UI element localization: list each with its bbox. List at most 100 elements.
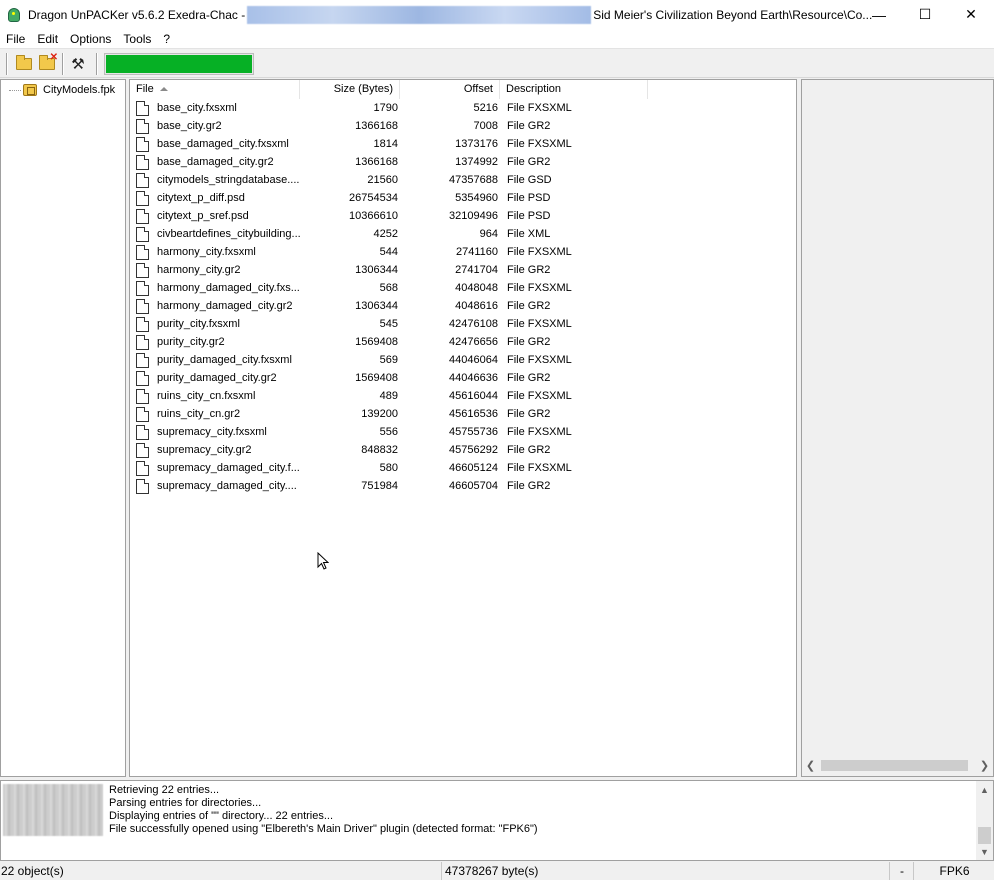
tree-connector	[9, 89, 21, 91]
cell-size: 848832	[361, 444, 398, 456]
cell-size: 1306344	[355, 300, 398, 312]
cell-offset: 5216	[473, 102, 498, 114]
table-row[interactable]: supremacy_city.fxsxml 556 45755736 File FXS…	[130, 423, 796, 441]
file-icon	[136, 118, 149, 134]
file-name: base_city.fxsxml	[157, 102, 237, 114]
table-row[interactable]: citytext_p_diff.psd 26754534 5354960 File P…	[130, 189, 796, 207]
close-file-button[interactable]: ✕	[37, 53, 58, 74]
cell-offset: 45616044	[449, 390, 498, 402]
cell-description: File PSD	[507, 210, 551, 222]
table-row[interactable]: supremacy_damaged_city.f... 580 46605124 Fi…	[130, 459, 796, 477]
scroll-down-icon[interactable]: ▼	[976, 843, 993, 860]
column-header-offset[interactable]: Offset	[400, 80, 500, 99]
preview-pane: ❮ ❯	[801, 79, 994, 777]
file-name: supremacy_damaged_city.f...	[157, 462, 300, 474]
file-name: base_damaged_city.gr2	[157, 156, 274, 168]
table-row[interactable]: harmony_city.gr2 1306344 2741704 File GR2	[130, 261, 796, 279]
table-row[interactable]: base_city.gr2 1366168 7008 File GR2	[130, 117, 796, 135]
table-row[interactable]: harmony_damaged_city.gr2 1306344 4048616 Fi…	[130, 297, 796, 315]
table-row[interactable]: base_damaged_city.gr2 1366168 1374992 File …	[130, 153, 796, 171]
table-row[interactable]: ruins_city_cn.gr2 139200 45616536 File GR2	[130, 405, 796, 423]
file-icon	[136, 262, 149, 278]
file-name: ruins_city_cn.gr2	[157, 408, 241, 420]
log-line: Parsing entries for directories...	[109, 797, 262, 809]
menu-help[interactable]: ?	[157, 29, 176, 49]
directory-tree[interactable]: CityModels.fpk	[0, 79, 126, 777]
column-header-size[interactable]: Size (Bytes)	[300, 80, 400, 99]
table-row[interactable]: purity_city.gr2 1569408 42476656 File GR2	[130, 333, 796, 351]
file-name: base_city.gr2	[157, 120, 222, 132]
file-name: purity_damaged_city.gr2	[157, 372, 277, 384]
minimize-button[interactable]: —	[856, 0, 902, 29]
file-icon	[136, 424, 149, 440]
file-icon	[136, 154, 149, 170]
scroll-thumb[interactable]	[978, 827, 991, 844]
tree-item-root[interactable]: CityModels.fpk	[9, 84, 115, 96]
table-row[interactable]: citytext_p_sref.psd 10366610 32109496 File …	[130, 207, 796, 225]
file-icon	[136, 388, 149, 404]
cell-description: File GR2	[507, 372, 551, 384]
cell-size: 545	[379, 318, 398, 330]
table-row[interactable]: base_city.fxsxml 1790 5216 File FXSXML	[130, 99, 796, 117]
cell-description: File PSD	[507, 192, 551, 204]
table-row[interactable]: purity_city.fxsxml 545 42476108 File FXSXML	[130, 315, 796, 333]
menu-edit[interactable]: Edit	[31, 29, 64, 49]
scroll-up-icon[interactable]: ▲	[976, 781, 993, 798]
cell-offset: 1374992	[455, 156, 498, 168]
menu-options[interactable]: Options	[64, 29, 117, 49]
cell-file: harmony_damaged_city.gr2	[130, 298, 300, 314]
menu-bar: File Edit Options Tools ?	[0, 29, 994, 49]
file-name: ruins_city_cn.fxsxml	[157, 390, 256, 402]
file-name: purity_city.fxsxml	[157, 318, 240, 330]
table-row[interactable]: harmony_city.fxsxml 544 2741160 File FXSXML	[130, 243, 796, 261]
horizontal-scrollbar[interactable]: ❮ ❯	[802, 757, 993, 774]
scroll-track[interactable]	[819, 758, 976, 773]
file-list[interactable]: File Size (Bytes) Offset Description bas…	[129, 79, 797, 777]
table-row[interactable]: harmony_damaged_city.fxs... 568 4048048 Fil…	[130, 279, 796, 297]
cell-description: File GR2	[507, 300, 551, 312]
archive-icon	[23, 84, 37, 96]
scroll-right-icon[interactable]: ❯	[976, 757, 993, 774]
maximize-button[interactable]: ☐	[902, 0, 948, 29]
status-byte-count: 47378267 byte(s)	[444, 862, 890, 880]
file-icon	[136, 172, 149, 188]
file-icon	[136, 298, 149, 314]
open-file-button[interactable]	[14, 54, 34, 74]
table-row[interactable]: purity_damaged_city.fxsxml 569 44046064 Fil…	[130, 351, 796, 369]
vertical-scrollbar[interactable]: ▲ ▼	[976, 781, 993, 860]
cell-description: File GR2	[507, 408, 551, 420]
cell-file: citytext_p_sref.psd	[130, 208, 300, 224]
table-row[interactable]: citymodels_stringdatabase.... 21560 473576…	[130, 171, 796, 189]
table-row[interactable]: supremacy_damaged_city.... 751984 46605704…	[130, 477, 796, 495]
scroll-thumb[interactable]	[821, 760, 968, 771]
cell-file: purity_city.gr2	[130, 334, 300, 350]
cell-description: File FXSXML	[507, 354, 572, 366]
cell-offset: 45755736	[449, 426, 498, 438]
log-lines: Retrieving 22 entries... Parsing entries …	[109, 784, 538, 836]
tools-icon: ⚒	[71, 55, 85, 73]
cell-file: base_city.gr2	[130, 118, 300, 134]
table-row[interactable]: purity_damaged_city.gr2 1569408 44046636 Fi…	[130, 369, 796, 387]
cell-description: File GSD	[507, 174, 552, 186]
close-button[interactable]: ✕	[948, 0, 994, 29]
scroll-left-icon[interactable]: ❮	[802, 757, 819, 774]
column-header-description[interactable]: Description	[500, 80, 648, 99]
table-row[interactable]: supremacy_city.gr2 848832 45756292 File GR2	[130, 441, 796, 459]
table-row[interactable]: civbeartdefines_citybuilding... 4252 964 Fi…	[130, 225, 796, 243]
menu-tools[interactable]: Tools	[117, 29, 157, 49]
table-row[interactable]: ruins_city_cn.fxsxml 489 45616044 File FXSX…	[130, 387, 796, 405]
file-icon	[136, 334, 149, 350]
dragon-app-icon[interactable]	[6, 7, 22, 23]
file-name: base_damaged_city.fxsxml	[157, 138, 289, 150]
tools-button[interactable]: ⚒	[68, 54, 88, 74]
file-name: harmony_damaged_city.fxs...	[157, 282, 300, 294]
cell-file: harmony_city.fxsxml	[130, 244, 300, 260]
log-line: Retrieving 22 entries...	[109, 784, 220, 796]
log-preview-image	[3, 784, 103, 836]
menu-file[interactable]: File	[0, 29, 31, 49]
toolbar-separator	[6, 53, 8, 75]
table-row[interactable]: base_damaged_city.fxsxml 1814 1373176 File …	[130, 135, 796, 153]
column-header-file[interactable]: File	[130, 80, 300, 99]
cell-description: File FXSXML	[507, 462, 572, 474]
cell-description: File GR2	[507, 480, 551, 492]
